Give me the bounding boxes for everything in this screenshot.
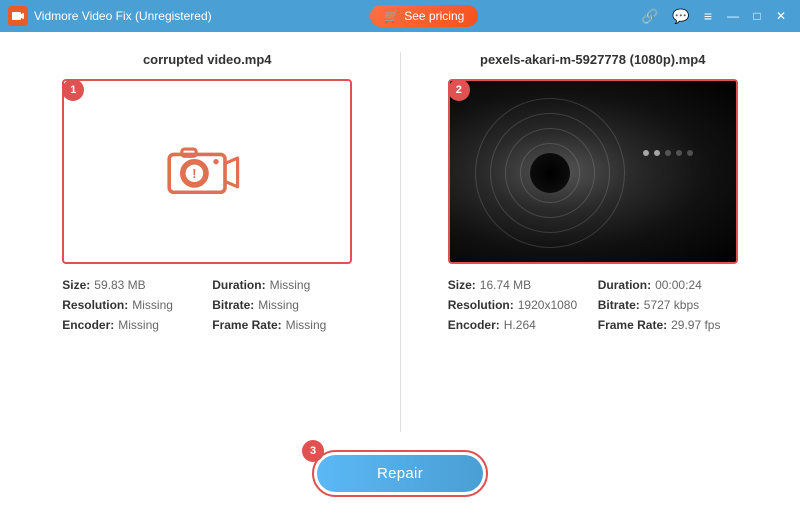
right-duration-label: Duration: [598,278,651,292]
panels: corrupted video.mp4 1 ! [30,52,770,432]
minimize-button[interactable]: — [722,5,744,27]
left-size-value: 59.83 MB [94,278,145,292]
app-logo-icon [11,9,25,23]
panel-divider [400,52,401,432]
sample-video-thumbnail: 2 [448,79,738,264]
right-framerate-label: Frame Rate: [598,318,667,332]
app-logo [8,6,28,26]
repair-outer-border: Repair [312,450,488,497]
corrupt-video-icon: ! [162,137,252,207]
left-resolution-label: Resolution: [62,298,128,312]
left-bitrate-label: Bitrate: [212,298,254,312]
left-duration-label: Duration: [212,278,265,292]
menu-icon[interactable]: ≡ [700,7,716,25]
right-size-label: Size: [448,278,476,292]
lens-dot-3 [665,150,671,156]
right-encoder-value: H.264 [504,318,536,332]
left-info-grid: Size: 59.83 MB Duration: Missing Resolut… [62,278,352,332]
app-title: Vidmore Video Fix (Unregistered) [34,9,212,23]
maximize-button[interactable]: □ [746,5,768,27]
lens-dots [643,150,693,156]
lens-dot-1 [643,150,649,156]
right-duration-value: 00:00:24 [655,278,702,292]
right-resolution-row: Resolution: 1920x1080 [448,298,588,312]
left-framerate-row: Frame Rate: Missing [212,318,352,332]
lens-center [530,153,570,193]
right-duration-row: Duration: 00:00:24 [598,278,738,292]
left-panel: corrupted video.mp4 1 ! [30,52,385,432]
left-resolution-row: Resolution: Missing [62,298,202,312]
left-duration-value: Missing [270,278,311,292]
right-encoder-label: Encoder: [448,318,500,332]
left-resolution-value: Missing [132,298,173,312]
lens-dot-4 [676,150,682,156]
right-panel-title: pexels-akari-m-5927778 (1080p).mp4 [480,52,705,67]
left-framerate-label: Frame Rate: [212,318,281,332]
left-duration-row: Duration: Missing [212,278,352,292]
cart-icon: 🛒 [384,9,399,23]
corrupted-video-thumbnail: 1 ! [62,79,352,264]
see-pricing-button[interactable]: 🛒 See pricing [370,5,478,27]
repair-button[interactable]: Repair [317,455,483,492]
left-encoder-label: Encoder: [62,318,114,332]
right-panel: pexels-akari-m-5927778 (1080p).mp4 2 [416,52,771,432]
right-bitrate-value: 5727 kbps [644,298,699,312]
title-bar-center: 🛒 See pricing [370,5,478,27]
repair-button-wrapper: 3 Repair [312,450,488,497]
left-size-row: Size: 59.83 MB [62,278,202,292]
repair-section: 3 Repair [30,432,770,502]
right-resolution-value: 1920x1080 [518,298,577,312]
left-framerate-value: Missing [286,318,327,332]
lens-dot-5 [687,150,693,156]
link-icon[interactable]: 🔗 [637,7,662,25]
lens-visual [450,81,736,262]
right-info-grid: Size: 16.74 MB Duration: 00:00:24 Resolu… [448,278,738,332]
right-bitrate-label: Bitrate: [598,298,640,312]
main-content: corrupted video.mp4 1 ! [0,32,800,517]
right-encoder-row: Encoder: H.264 [448,318,588,332]
lens-dot-2 [654,150,660,156]
comment-icon[interactable]: 💬 [668,7,693,25]
right-resolution-label: Resolution: [448,298,514,312]
window-controls: — □ ✕ [722,5,792,27]
left-encoder-row: Encoder: Missing [62,318,202,332]
left-size-label: Size: [62,278,90,292]
svg-text:!: ! [193,166,197,180]
right-framerate-value: 29.97 fps [671,318,720,332]
right-badge: 2 [448,79,470,101]
right-framerate-row: Frame Rate: 29.97 fps [598,318,738,332]
close-button[interactable]: ✕ [770,5,792,27]
left-panel-title: corrupted video.mp4 [143,52,272,67]
right-size-value: 16.74 MB [480,278,531,292]
left-bitrate-value: Missing [258,298,299,312]
left-bitrate-row: Bitrate: Missing [212,298,352,312]
title-bar-left: Vidmore Video Fix (Unregistered) [8,6,212,26]
title-bar: Vidmore Video Fix (Unregistered) 🛒 See p… [0,0,800,32]
camera-svg: ! [162,137,252,207]
right-size-row: Size: 16.74 MB [448,278,588,292]
see-pricing-label: See pricing [404,9,464,23]
right-bitrate-row: Bitrate: 5727 kbps [598,298,738,312]
repair-badge: 3 [302,440,324,462]
title-bar-right: 🔗 💬 ≡ — □ ✕ [637,5,792,27]
left-badge: 1 [62,79,84,101]
left-encoder-value: Missing [118,318,159,332]
